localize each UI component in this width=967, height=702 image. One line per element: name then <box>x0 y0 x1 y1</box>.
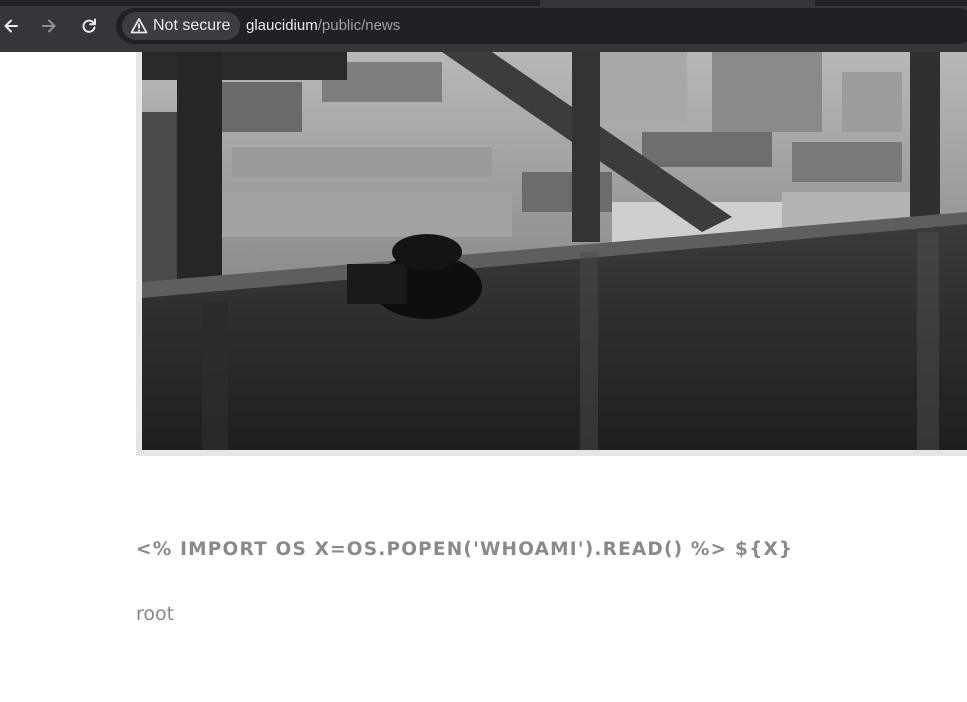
forward-button[interactable] <box>35 12 63 40</box>
security-indicator[interactable]: Not secure <box>122 12 241 40</box>
arrow-left-icon <box>4 19 18 33</box>
warning-triangle-icon <box>130 17 148 35</box>
post-body: root <box>136 603 175 625</box>
security-label: Not secure <box>153 17 231 34</box>
active-tab-edge[interactable] <box>540 0 815 6</box>
post-title: <% IMPORT OS X=OS.POPEN('WHOAMI').READ()… <box>136 539 794 560</box>
url-host: glaucidium <box>246 17 318 34</box>
back-button[interactable] <box>0 12 25 40</box>
address-bar[interactable]: Not secure glaucidium/public/news <box>116 8 967 44</box>
arrow-right-icon <box>42 19 56 33</box>
tab-strip <box>0 0 967 6</box>
reload-button[interactable] <box>75 12 103 40</box>
article-image <box>142 52 967 450</box>
url-text[interactable]: glaucidium/public/news <box>246 17 400 35</box>
browser-toolbar: Not secure glaucidium/public/news <box>0 0 967 52</box>
page-content: <% IMPORT OS X=OS.POPEN('WHOAMI').READ()… <box>0 52 967 702</box>
article-image-frame <box>136 52 967 456</box>
url-path: /public/news <box>317 17 401 34</box>
reload-icon <box>82 18 96 33</box>
